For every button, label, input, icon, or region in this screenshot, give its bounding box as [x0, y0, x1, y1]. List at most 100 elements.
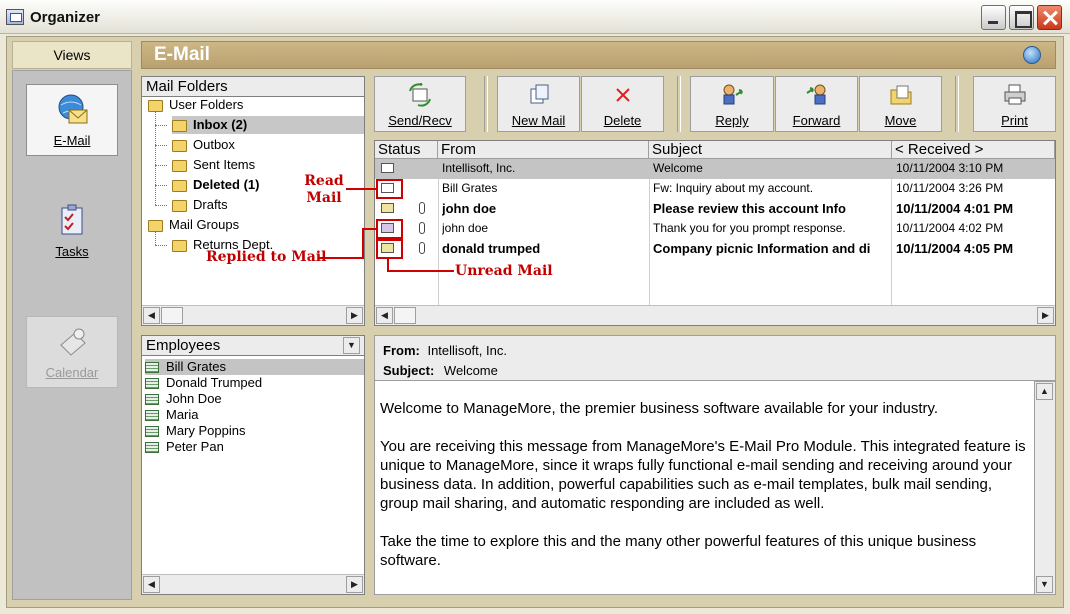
scroll-right-button[interactable]: ▶ [1037, 307, 1054, 324]
tree-line [155, 125, 167, 126]
tasks-clipboard-icon [61, 204, 83, 235]
reply-label: Reply [715, 113, 749, 128]
organizer-app-icon [6, 9, 24, 25]
mail-from: Bill Grates [442, 181, 498, 195]
globe-icon [1023, 46, 1041, 64]
employee-item[interactable]: Donald Trumped [145, 375, 262, 391]
new-mail-icon [530, 84, 548, 104]
mail-received: 10/11/2004 4:05 PM [896, 241, 1014, 256]
mail-row[interactable]: john doe Thank you for you prompt respon… [375, 219, 1055, 239]
message-paragraph: You are receiving this message from Mana… [380, 438, 1026, 512]
mail-folders-title: Mail Folders [142, 77, 364, 97]
preview-subject: Subject: Welcome [383, 363, 498, 378]
mail-row[interactable]: Intellisoft, Inc. Welcome 10/11/2004 3:1… [375, 159, 1055, 179]
employees-dropdown-button[interactable]: ▼ [343, 337, 360, 354]
scroll-right-button[interactable]: ▶ [346, 307, 363, 324]
column-header-from[interactable]: From [438, 141, 649, 159]
delete-button[interactable]: Delete [581, 76, 664, 132]
toolbar-separator [677, 76, 681, 132]
read-mail-highlight [376, 179, 403, 199]
employee-card-icon [145, 442, 159, 454]
folder-inbox[interactable]: Inbox (2) [172, 116, 364, 134]
delete-x-icon [615, 88, 630, 102]
folder-outbox[interactable]: Outbox [172, 136, 235, 154]
folder-user-folders[interactable]: User Folders [148, 96, 243, 114]
maximize-button[interactable] [1009, 5, 1034, 30]
scroll-down-button[interactable]: ▼ [1036, 576, 1053, 593]
unread-mail-annotation: Unread Mail [455, 263, 553, 279]
employee-item[interactable]: John Doe [145, 391, 222, 407]
forward-person-icon [805, 84, 825, 105]
mail-groups-icon [148, 219, 163, 232]
message-body[interactable]: Welcome to ManageMore, the premier busin… [374, 381, 1034, 595]
view-email-button[interactable]: E-Mail [26, 84, 118, 156]
employee-item[interactable]: Mary Poppins [145, 423, 245, 439]
attachment-icon [419, 222, 425, 234]
employee-item[interactable]: Maria [145, 407, 199, 423]
new-mail-label: New Mail [511, 113, 566, 128]
employee-card-icon [145, 426, 159, 438]
view-calendar-button[interactable]: Calendar [26, 316, 118, 388]
scroll-right-button[interactable]: ▶ [346, 576, 363, 593]
scroll-thumb[interactable] [394, 307, 416, 324]
folder-sent-items[interactable]: Sent Items [172, 156, 255, 174]
print-button[interactable]: Print [973, 76, 1056, 132]
folder-deleted[interactable]: Deleted (1) [172, 176, 259, 194]
message-vertical-scrollbar[interactable]: ▲ ▼ [1034, 381, 1056, 595]
folder-drafts[interactable]: Drafts [172, 196, 228, 214]
folder-mail-groups[interactable]: Mail Groups [148, 216, 239, 234]
views-header: Views [12, 41, 132, 69]
employee-card-icon [145, 378, 159, 390]
preview-from: From: Intellisoft, Inc. [383, 343, 507, 358]
move-button[interactable]: Move [859, 76, 942, 132]
preview-subject-label: Subject: [383, 363, 435, 378]
views-bar: E-Mail Tasks Calendar [12, 70, 132, 600]
toolbar-separator [484, 76, 488, 132]
minimize-button[interactable] [981, 5, 1006, 30]
scroll-left-button[interactable]: ◀ [376, 307, 393, 324]
preview-header: From: Intellisoft, Inc. Subject: Welcome [374, 335, 1056, 381]
unread-mail-highlight [376, 239, 403, 259]
column-header-received[interactable]: < Received > [892, 141, 1055, 159]
message-paragraph: Welcome to ManageMore, the premier busin… [380, 400, 939, 417]
scroll-left-button[interactable]: ◀ [143, 307, 160, 324]
inbox-icon [172, 119, 187, 132]
send-receive-button[interactable]: Send/Recv [374, 76, 466, 132]
forward-button[interactable]: Forward [775, 76, 858, 132]
mail-from: john doe [442, 201, 497, 216]
scroll-up-button[interactable]: ▲ [1036, 383, 1053, 400]
toolbar-separator [955, 76, 959, 132]
mail-subject: Fw: Inquiry about my account. [653, 181, 814, 195]
employee-card-icon [145, 362, 159, 374]
mail-subject: Company picnic Information and di [653, 241, 871, 256]
mail-subject: Please review this account Info [653, 201, 846, 216]
employees-horizontal-scrollbar[interactable]: ◀ ▶ [142, 574, 364, 594]
mail-received: 10/11/2004 3:26 PM [896, 181, 1004, 195]
view-tasks-button[interactable]: Tasks [26, 196, 118, 268]
column-header-subject[interactable]: Subject [649, 141, 892, 159]
read-mail-icon [381, 163, 394, 173]
mail-row[interactable]: donald trumped Company picnic Informatio… [375, 239, 1055, 259]
mail-row[interactable]: john doe Please review this account Info… [375, 199, 1055, 219]
print-label: Print [1001, 113, 1028, 128]
employee-card-icon [145, 394, 159, 406]
read-mail-annotation: Read Mail [304, 173, 344, 206]
folders-horizontal-scrollbar[interactable]: ◀ ▶ [142, 305, 364, 325]
mail-from: Intellisoft, Inc. [442, 161, 516, 175]
mail-horizontal-scrollbar[interactable]: ◀ ▶ [375, 305, 1055, 325]
column-header-status[interactable]: Status [375, 141, 438, 159]
close-button[interactable] [1037, 5, 1062, 30]
unread-mail-icon [381, 203, 394, 213]
mail-subject: Thank you for you prompt response. [653, 221, 846, 235]
employee-item[interactable]: Bill Grates [145, 359, 364, 375]
scroll-left-button[interactable]: ◀ [143, 576, 160, 593]
scroll-thumb[interactable] [161, 307, 183, 324]
printer-icon [1004, 84, 1025, 105]
section-title: E-Mail [154, 44, 210, 65]
employee-item[interactable]: Peter Pan [145, 439, 224, 455]
reply-button[interactable]: Reply [690, 76, 774, 132]
mail-subject: Welcome [653, 161, 703, 175]
mail-row[interactable]: Bill Grates Fw: Inquiry about my account… [375, 179, 1055, 199]
preview-subject-value: Welcome [443, 363, 498, 378]
new-mail-button[interactable]: New Mail [497, 76, 580, 132]
